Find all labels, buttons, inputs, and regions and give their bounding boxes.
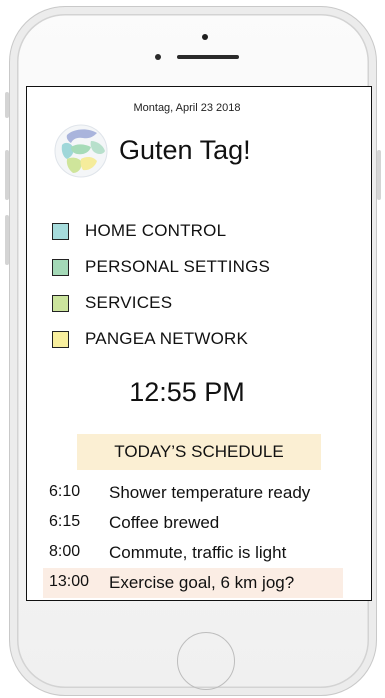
menu-item-label: SERVICES <box>85 293 173 312</box>
main-menu: HOME CONTROL PERSONAL SETTINGS SERVICES … <box>52 213 270 357</box>
schedule-row[interactable]: 6:15 Coffee brewed <box>43 508 343 538</box>
schedule-text: Exercise goal, 6 km jog? <box>109 573 295 592</box>
menu-item-label: HOME CONTROL <box>85 221 227 240</box>
power-button <box>377 150 381 200</box>
date-label: Montag, April 23 2018 <box>133 102 241 114</box>
schedule-header: TODAY’S SCHEDULE <box>77 434 321 470</box>
globe-icon <box>54 124 108 178</box>
home-button[interactable] <box>177 632 235 690</box>
earpiece-speaker <box>177 55 239 59</box>
home-control-color-square <box>52 222 69 240</box>
greeting-title: Guten Tag! <box>119 135 251 165</box>
schedule-time: 8:00 <box>49 543 81 560</box>
clock-time: 12:55 PM <box>129 377 245 407</box>
menu-item-label: PERSONAL SETTINGS <box>85 257 271 276</box>
pangea-network-color-square <box>52 330 69 348</box>
menu-item-pangea-network[interactable]: PANGEA NETWORK <box>52 321 270 357</box>
schedule-row-highlighted[interactable]: 13:00 Exercise goal, 6 km jog? <box>43 568 343 598</box>
front-camera <box>202 34 208 40</box>
schedule-text: Coffee brewed <box>109 513 220 532</box>
personal-settings-color-square <box>52 258 69 276</box>
schedule-time: 13:00 <box>49 573 90 590</box>
proximity-sensor <box>155 54 161 60</box>
schedule-time: 6:15 <box>49 513 81 530</box>
schedule-row[interactable]: 6:10 Shower temperature ready <box>43 478 343 508</box>
menu-item-label: PANGEA NETWORK <box>85 329 249 348</box>
menu-item-home-control[interactable]: HOME CONTROL <box>52 213 270 249</box>
schedule-time: 6:10 <box>49 483 81 500</box>
schedule-text: Commute, traffic is light <box>109 543 287 562</box>
phone-screen: Montag, April 23 2018 Guten Tag! HOME CO… <box>26 86 372 601</box>
menu-item-services[interactable]: SERVICES <box>52 285 270 321</box>
schedule-row[interactable]: 8:00 Commute, traffic is light <box>43 538 343 568</box>
schedule-text: Shower temperature ready <box>109 483 311 502</box>
services-color-square <box>52 294 69 312</box>
menu-item-personal-settings[interactable]: PERSONAL SETTINGS <box>52 249 270 285</box>
schedule-list: 6:10 Shower temperature ready 6:15 Coffe… <box>43 478 343 598</box>
